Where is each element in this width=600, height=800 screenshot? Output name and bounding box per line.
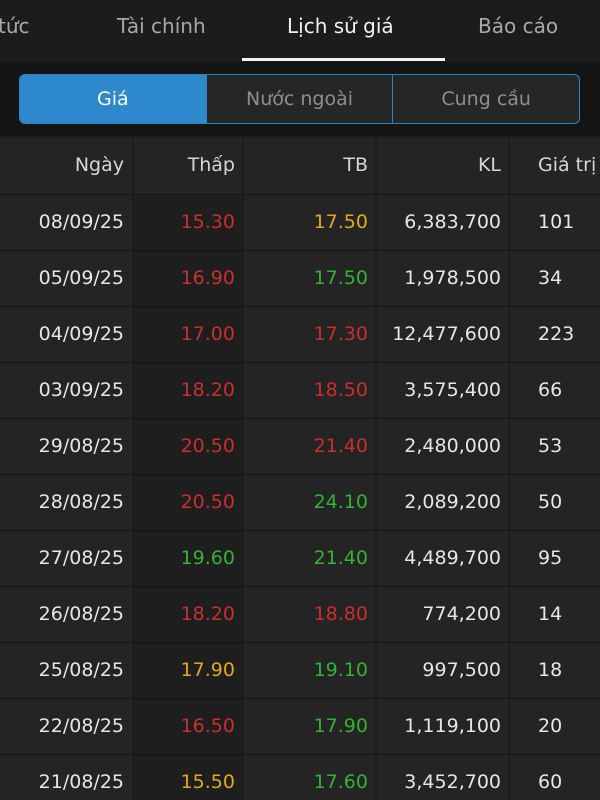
- low-price-cell: 20.50: [134, 475, 242, 530]
- volume-cell: 1,119,100: [377, 699, 508, 754]
- segmented-control: Giá Nước ngoài Cung cầu: [19, 74, 580, 124]
- volume-cell: 2,089,200: [377, 475, 508, 530]
- segment-bar: Giá Nước ngoài Cung cầu: [0, 62, 600, 136]
- date-cell: 21/08/25: [0, 755, 132, 800]
- value-cell: 95: [510, 531, 600, 586]
- volume-cell: 12,477,600: [377, 307, 508, 362]
- table-row[interactable]: 22/08/25 16.50 17.90 1,119,100 20: [0, 699, 600, 755]
- volume-cell: 3,575,400: [377, 363, 508, 418]
- value-cell: 34: [510, 251, 600, 306]
- value-cell: 50: [510, 475, 600, 530]
- table-row[interactable]: 03/09/25 18.20 18.50 3,575,400 66: [0, 363, 600, 419]
- table-row[interactable]: 27/08/25 19.60 21.40 4,489,700 95: [0, 531, 600, 587]
- date-cell: 22/08/25: [0, 699, 132, 754]
- low-price-cell: 16.90: [134, 251, 242, 306]
- tab-news[interactable]: tức: [0, 0, 30, 62]
- low-price-cell: 19.60: [134, 531, 242, 586]
- low-price-cell: 18.20: [134, 587, 242, 642]
- avg-price-cell: 17.60: [244, 755, 375, 800]
- date-cell: 08/09/25: [0, 195, 132, 250]
- value-cell: 18: [510, 643, 600, 698]
- low-price-cell: 17.00: [134, 307, 242, 362]
- header-date[interactable]: Ngày: [0, 138, 132, 194]
- avg-price-cell: 21.40: [244, 531, 375, 586]
- volume-cell: 997,500: [377, 643, 508, 698]
- table-row[interactable]: 21/08/25 15.50 17.60 3,452,700 60: [0, 755, 600, 800]
- table-header: Ngày Thấp TB KL Giá trị (: [0, 138, 600, 195]
- volume-cell: 6,383,700: [377, 195, 508, 250]
- value-cell: 66: [510, 363, 600, 418]
- date-cell: 28/08/25: [0, 475, 132, 530]
- value-cell: 20: [510, 699, 600, 754]
- table-row[interactable]: 04/09/25 17.00 17.30 12,477,600 223: [0, 307, 600, 363]
- volume-cell: 4,489,700: [377, 531, 508, 586]
- value-cell: 53: [510, 419, 600, 474]
- volume-cell: 2,480,000: [377, 419, 508, 474]
- avg-price-cell: 18.50: [244, 363, 375, 418]
- table-row[interactable]: 28/08/25 20.50 24.10 2,089,200 50: [0, 475, 600, 531]
- table-row[interactable]: 26/08/25 18.20 18.80 774,200 14: [0, 587, 600, 643]
- header-volume[interactable]: KL: [377, 138, 508, 194]
- table-row[interactable]: 05/09/25 16.90 17.50 1,978,500 34: [0, 251, 600, 307]
- avg-price-cell: 17.30: [244, 307, 375, 362]
- table-row[interactable]: 25/08/25 17.90 19.10 997,500 18: [0, 643, 600, 699]
- value-cell: 14: [510, 587, 600, 642]
- avg-price-cell: 21.40: [244, 419, 375, 474]
- value-cell: 101: [510, 195, 600, 250]
- low-price-cell: 17.90: [134, 643, 242, 698]
- table-row[interactable]: 08/09/25 15.30 17.50 6,383,700 101: [0, 195, 600, 251]
- avg-price-cell: 17.50: [244, 251, 375, 306]
- date-cell: 03/09/25: [0, 363, 132, 418]
- header-value[interactable]: Giá trị (: [510, 138, 600, 194]
- avg-price-cell: 24.10: [244, 475, 375, 530]
- active-tab-indicator: [242, 58, 445, 61]
- header-avg[interactable]: TB: [244, 138, 375, 194]
- low-price-cell: 15.50: [134, 755, 242, 800]
- avg-price-cell: 17.50: [244, 195, 375, 250]
- date-cell: 04/09/25: [0, 307, 132, 362]
- top-tab-bar: tức Tài chính Lịch sử giá Báo cáo: [0, 0, 600, 62]
- tab-finance[interactable]: Tài chính: [117, 0, 206, 62]
- table-body: 08/09/25 15.30 17.50 6,383,700 101 05/09/25 16…: [0, 195, 600, 800]
- tab-price-history[interactable]: Lịch sử giá: [287, 0, 394, 62]
- volume-cell: 774,200: [377, 587, 508, 642]
- segment-price[interactable]: Giá: [20, 75, 206, 123]
- date-cell: 29/08/25: [0, 419, 132, 474]
- segment-supply-demand[interactable]: Cung cầu: [392, 75, 579, 123]
- segment-foreign[interactable]: Nước ngoài: [205, 75, 393, 123]
- low-price-cell: 15.30: [134, 195, 242, 250]
- stock-history-screen: tức Tài chính Lịch sử giá Báo cáo Giá Nư…: [0, 0, 600, 800]
- volume-cell: 1,978,500: [377, 251, 508, 306]
- low-price-cell: 16.50: [134, 699, 242, 754]
- volume-cell: 3,452,700: [377, 755, 508, 800]
- price-history-table: Ngày Thấp TB KL Giá trị ( 08/09/2515.301…: [0, 138, 600, 800]
- avg-price-cell: 19.10: [244, 643, 375, 698]
- tab-reports[interactable]: Báo cáo: [478, 0, 558, 62]
- avg-price-cell: 18.80: [244, 587, 375, 642]
- avg-price-cell: 17.90: [244, 699, 375, 754]
- low-price-cell: 20.50: [134, 419, 242, 474]
- table-row[interactable]: 29/08/25 20.50 21.40 2,480,000 53: [0, 419, 600, 475]
- date-cell: 05/09/25: [0, 251, 132, 306]
- date-cell: 27/08/25: [0, 531, 132, 586]
- header-low[interactable]: Thấp: [134, 138, 242, 194]
- date-cell: 26/08/25: [0, 587, 132, 642]
- value-cell: 60: [510, 755, 600, 800]
- value-cell: 223: [510, 307, 600, 362]
- date-cell: 25/08/25: [0, 643, 132, 698]
- low-price-cell: 18.20: [134, 363, 242, 418]
